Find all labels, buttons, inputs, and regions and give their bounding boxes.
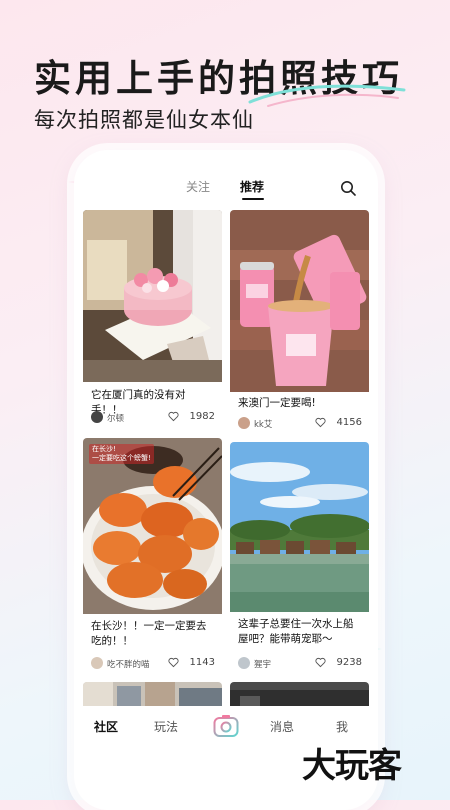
post-card[interactable]: 它在厦门真的没有对手！！ 尔顿 1982 (83, 210, 222, 432)
brand-logo: 大玩客 (302, 746, 402, 786)
post-meta: kk艾 4156 (238, 416, 364, 432)
page-subtitle: 每次拍照都是仙女本仙 (34, 108, 254, 132)
heart-icon[interactable] (315, 657, 326, 668)
like-count: 9238 (336, 657, 362, 668)
like-count: 4156 (336, 417, 362, 428)
post-card[interactable]: 在长沙! 一定要吃这个螃蟹! 在长沙！！一定一定要去吃的！！ 吃不胖的喵 114… (83, 438, 222, 678)
post-card[interactable]: 这辈子总要住一次水上船屋吧？能带萌宠耶～ 猩宇 9238 (230, 442, 369, 678)
like-count: 1982 (189, 411, 215, 422)
post-image-cake (83, 210, 222, 382)
heart-icon[interactable] (168, 411, 179, 422)
author-name[interactable]: 猩宇 (254, 658, 271, 670)
post-title: 这辈子总要住一次水上船屋吧？能带萌宠耶～ (238, 618, 354, 645)
nav-messages[interactable]: 消息 (270, 718, 294, 735)
author-name[interactable]: 尔顿 (107, 412, 124, 424)
avatar[interactable] (91, 411, 103, 423)
like-count: 1143 (189, 657, 215, 668)
author-name[interactable]: 吃不胖的喵 (107, 658, 150, 670)
post-meta: 猩宇 9238 (238, 656, 364, 672)
post-meta: 尔顿 1982 (91, 410, 217, 426)
decorative-swoosh (248, 84, 406, 107)
post-image-lake-house (230, 442, 369, 612)
camera-icon[interactable] (213, 714, 239, 738)
nav-play[interactable]: 玩法 (154, 718, 178, 735)
avatar[interactable] (238, 417, 250, 429)
top-tab-bar: 关注 推荐 (74, 178, 378, 202)
avatar[interactable] (238, 657, 250, 669)
tab-recommend[interactable]: 推荐 (240, 178, 264, 195)
tab-follow[interactable]: 关注 (186, 178, 210, 195)
image-overlay-text: 在长沙! 一定要吃这个螃蟹! (89, 444, 154, 464)
heart-icon[interactable] (315, 417, 326, 428)
post-title: 在长沙！！一定一定要去吃的！！ (91, 620, 207, 647)
active-tab-indicator (242, 198, 264, 200)
post-image-drink (230, 210, 369, 392)
nav-me[interactable]: 我 (336, 718, 348, 735)
search-icon[interactable] (340, 180, 356, 196)
author-name[interactable]: kk艾 (254, 418, 272, 430)
phone-frame: 关注 推荐 它在厦门真的没有对手！！ 尔顿 1982 来澳门一定要喝! kk艾 … (74, 150, 378, 810)
avatar[interactable] (91, 657, 103, 669)
post-image-crab: 在长沙! 一定要吃这个螃蟹! (83, 438, 222, 614)
post-meta: 吃不胖的喵 1143 (91, 656, 217, 672)
heart-icon[interactable] (168, 657, 179, 668)
post-card[interactable]: 来澳门一定要喝! kk艾 4156 (230, 210, 369, 432)
post-title: 来澳门一定要喝! (238, 397, 316, 409)
nav-community[interactable]: 社区 (94, 718, 118, 735)
